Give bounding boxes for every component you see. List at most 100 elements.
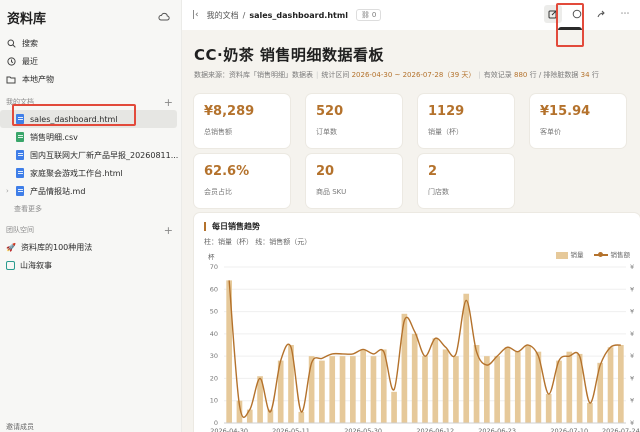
bar-volume	[514, 351, 521, 423]
clock-icon	[6, 56, 16, 66]
y2-tick-label: ¥	[630, 397, 634, 405]
kpi-label: 商品 SKU	[316, 188, 347, 196]
link-count-badge[interactable]: ⛓ 0	[355, 9, 382, 21]
bar-volume	[525, 345, 531, 423]
add-doc-icon[interactable]: +	[164, 97, 173, 108]
more-icon: ⋯	[620, 9, 630, 19]
share-button[interactable]	[592, 5, 610, 23]
bar-volume	[391, 391, 397, 423]
meta-dirty-suffix: 行	[591, 71, 599, 79]
my-docs-label: 我的文档	[6, 98, 34, 106]
file-label: sales_dashboard.html	[30, 114, 118, 124]
kpi-label: 销量（杯）	[428, 128, 463, 136]
bar-volume	[545, 394, 552, 423]
kpi-card-orders: 520 订单数	[306, 94, 402, 148]
team-item-label: 山海叙事	[20, 260, 52, 270]
x-tick-label: 2026-06-23	[478, 427, 516, 432]
add-team-icon[interactable]: +	[164, 225, 173, 236]
toolbar-actions: ⋯	[544, 5, 634, 23]
y-tick-label: 60	[210, 285, 218, 293]
nav-search-label: 搜索	[22, 38, 38, 48]
team-item-guide[interactable]: 🚀 资料库的100种用法	[0, 238, 181, 256]
file-item-family-games[interactable]: 家庭聚会游戏工作台.html	[0, 164, 181, 182]
file-item-product-intel[interactable]: › 产品情报站.md	[0, 182, 181, 200]
meta-source: 数据来源：资料库「销售明细」数据表	[194, 71, 313, 79]
y-tick-label: 0	[214, 419, 218, 427]
sidebar: 资料库 搜索 最近 本地产物 我的文档 + sales_dashboard.ht…	[0, 0, 182, 432]
kpi-label: 订单数	[316, 128, 337, 136]
nav-recent-label: 最近	[22, 56, 38, 66]
kpi-value: 2	[428, 164, 438, 179]
y-tick-label: 10	[210, 397, 218, 405]
kpi-value: 1129	[428, 104, 465, 119]
bar-volume	[442, 349, 449, 423]
bar-volume	[432, 338, 439, 423]
html-file-icon	[16, 114, 24, 124]
y-tick-label: 40	[210, 330, 218, 338]
y2-tick-label: ¥	[630, 330, 634, 338]
y-tick-label: 70	[210, 263, 218, 271]
chevron-right-icon[interactable]: ›	[6, 187, 9, 195]
kpi-card-stores: 2 门店数	[418, 154, 514, 208]
html-file-icon	[16, 168, 24, 178]
html-file-icon	[16, 150, 24, 160]
file-label: 国内互联网大厂新产品早报_20260811...	[30, 150, 179, 160]
see-more-link[interactable]: 查看更多	[0, 200, 181, 218]
kpi-label: 客单价	[540, 128, 561, 136]
edit-icon	[548, 10, 557, 19]
x-tick-label: 2026-07-10	[550, 427, 588, 432]
team-section: 团队空间 +	[0, 222, 181, 238]
daily-sales-chart-card: 每日销售趋势 柱：销量（杯） 线：销售额（元） 销量 销售额 杯 0 ¥10 ¥20 ¥…	[194, 213, 640, 432]
y2-tick-label: ¥	[630, 308, 634, 316]
bar-volume	[360, 349, 366, 423]
team-item-shanhai[interactable]: 山海叙事	[0, 256, 181, 274]
nav-local-label: 本地产物	[22, 74, 54, 84]
bar-volume	[566, 351, 573, 423]
file-item-news-report[interactable]: 国内互联网大厂新产品早报_20260811...	[0, 146, 181, 164]
y-tick-label: 30	[210, 352, 218, 360]
meta-range: 2026-04-30 ~ 2026-07-28（39 天）	[351, 71, 476, 79]
rocket-icon: 🚀	[6, 242, 16, 252]
kpi-value: 520	[316, 104, 344, 119]
nav-search[interactable]: 搜索	[0, 34, 181, 52]
invite-members-link[interactable]: 邀请成员	[6, 422, 34, 432]
bar-volume	[339, 356, 346, 423]
kpi-label: 门店数	[428, 188, 449, 196]
link-count: 0	[371, 11, 377, 19]
bar-volume	[298, 411, 305, 423]
bar-volume	[504, 347, 511, 423]
team-item-label: 资料库的100种用法	[21, 242, 93, 252]
nav-recent[interactable]: 最近	[0, 52, 181, 70]
kpi-value: 20	[316, 164, 335, 179]
kpi-card-sku: 20 商品 SKU	[306, 154, 402, 208]
nav-local[interactable]: 本地产物	[0, 70, 181, 88]
file-item-sales-csv[interactable]: 销售明细.csv	[0, 128, 181, 146]
topbar: |‹ 我的文档 / sales_dashboard.html ⛓ 0 ⋯	[182, 0, 640, 30]
meta-valid-prefix: 有效记录	[483, 71, 512, 79]
sidebar-toggle-icon[interactable]: |‹	[192, 10, 199, 20]
chart-plot: 杯 0 ¥10 ¥20 ¥30 ¥40 ¥50 ¥60 ¥70 ¥2026-04-30 2026-0…	[208, 252, 640, 432]
x-tick-label: 2026-06-12	[416, 427, 454, 432]
meta-range-prefix: 统计区间	[321, 71, 350, 79]
book-icon	[6, 260, 15, 270]
bar-volume	[607, 347, 614, 423]
bar-volume	[329, 356, 336, 423]
y-tick-label: 20	[210, 374, 218, 382]
bar-volume	[484, 356, 490, 423]
edit-button[interactable]	[544, 5, 562, 23]
comment-button[interactable]	[568, 5, 586, 23]
meta-valid-suffix: 行 / 排除脏数据	[529, 71, 579, 79]
y2-tick-label: ¥	[630, 263, 634, 271]
kpi-value: ¥15.94	[540, 104, 591, 119]
file-item-sales-dashboard[interactable]: sales_dashboard.html	[0, 110, 177, 128]
breadcrumb-parent[interactable]: 我的文档	[207, 10, 239, 21]
kpi-value: ¥8,289	[204, 104, 255, 119]
sidebar-title: 资料库	[7, 11, 47, 27]
bar-volume	[308, 356, 315, 423]
more-button[interactable]: ⋯	[616, 5, 634, 23]
bar-volume	[587, 402, 593, 423]
x-tick-label: 2026-05-30	[344, 427, 382, 432]
bar-volume	[370, 356, 377, 423]
bar-volume	[350, 356, 356, 423]
cloud-sync-icon[interactable]	[157, 11, 171, 23]
